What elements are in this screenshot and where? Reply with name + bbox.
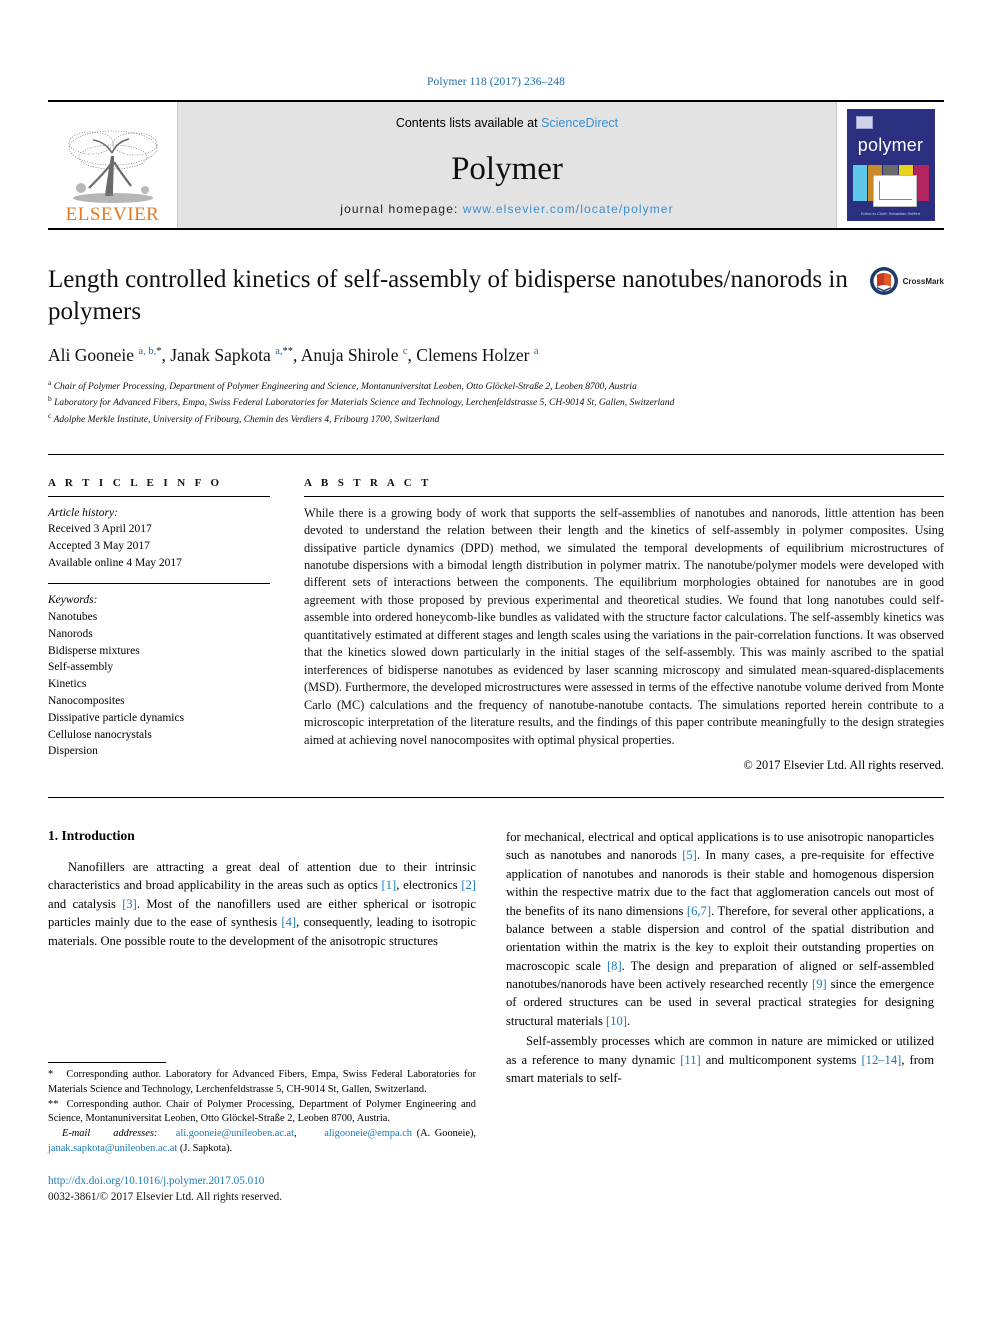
keyword-item: Nanotubes: [48, 611, 98, 624]
keyword-item: Nanorods: [48, 627, 93, 640]
footnote-email-addresses: E-mail addresses: ali.gooneie@unileoben.…: [48, 1128, 477, 1154]
keyword-item: Kinetics: [48, 678, 87, 691]
article-history-received: Received 3 April 2017: [48, 523, 152, 536]
footnote-rule: [48, 1062, 166, 1063]
keywords-rule: [48, 583, 270, 585]
affiliation-c: c Adolphe Merkle Institute, University o…: [48, 411, 852, 428]
journal-masthead: ELSEVIER Contents lists available at Sci…: [48, 102, 944, 228]
body-column-left: 1. Introduction Nanofillers are attracti…: [48, 828, 476, 1089]
page-title: Length controlled kinetics of self-assem…: [48, 266, 848, 325]
article-first-page: Polymer 118 (2017) 236–248 ELSEVIER Cont…: [0, 0, 992, 1323]
journal-title: Polymer: [451, 150, 563, 187]
affiliation-a: a Chair of Polymer Processing, Departmen…: [48, 378, 852, 395]
intro-paragraph-left: Nanofillers are attracting a great deal …: [48, 860, 476, 948]
crossmark-badge[interactable]: CrossMark: [869, 266, 944, 296]
cover-journal-title: polymer: [857, 135, 924, 155]
elsevier-tree-icon: [68, 130, 157, 203]
keywords-label: Keywords:: [48, 594, 98, 607]
footnote-corresponding-author-1: * Corresponding author. Laboratory for A…: [48, 1069, 476, 1095]
article-history-online: Available online 4 May 2017: [48, 556, 182, 569]
affiliation-text-a: Chair of Polymer Processing, Department …: [53, 381, 637, 392]
affiliation-text-c: Adolphe Merkle Institute, University of …: [53, 415, 440, 426]
contents-prefix: Contents lists available at: [395, 116, 542, 130]
issn-copyright-line: 0032-3861/© 2017 Elsevier Ltd. All right…: [48, 1191, 283, 1204]
affiliation-marker-c: c: [48, 411, 52, 421]
cover-footer-text: Editor-in-Chief: Sebastian Seiffert: [860, 211, 921, 216]
band-bottom-rule: [48, 797, 944, 799]
affiliation-marker-b: b: [48, 394, 52, 404]
keyword-item: Bidisperse mixtures: [48, 644, 140, 657]
author-list: Ali Gooneie a, b,*, Janak Sapkota a,**, …: [48, 345, 539, 365]
sciencedirect-link[interactable]: ScienceDirect: [541, 116, 618, 130]
abstract-text: While there is a growing body of work th…: [304, 505, 944, 747]
contents-available-line: Contents lists available at ScienceDirec…: [396, 116, 618, 130]
doi-link[interactable]: http://dx.doi.org/10.1016/j.polymer.2017…: [48, 1173, 476, 1190]
intro-paragraph-right-1: for mechanical, electrical and optical a…: [506, 830, 935, 1028]
keyword-item: Nanocomposites: [48, 694, 125, 707]
footnote-corresponding-author-2: ** Corresponding author. Chair of Polyme…: [48, 1098, 476, 1125]
article-info-rule: [48, 495, 270, 497]
journal-homepage-line: journal homepage: www.elsevier.com/locat…: [340, 202, 673, 216]
journal-homepage-link[interactable]: www.elsevier.com/locate/polymer: [463, 202, 674, 216]
abstract-rule: [304, 495, 944, 497]
abstract-column: A B S T R A C T While there is a growing…: [304, 477, 944, 773]
affiliation-text-b: Laboratory for Advanced Fibers, Empa, Sw…: [54, 398, 675, 409]
keyword-item: Self-assembly: [48, 661, 114, 674]
footnote-block: * Corresponding author. Laboratory for A…: [48, 1062, 476, 1206]
cover-inset-chart: [872, 175, 917, 207]
running-head: Polymer 118 (2017) 236–248: [427, 76, 565, 88]
masthead-bottom-rule: [48, 228, 944, 230]
article-info-column: A R T I C L E I N F O Article history: R…: [48, 477, 270, 773]
masthead-center: Contents lists available at ScienceDirec…: [178, 102, 836, 228]
elsevier-logo: ELSEVIER: [48, 102, 178, 228]
body-columns: 1. Introduction Nanofillers are attracti…: [48, 828, 944, 1089]
journal-cover-thumbnail: polymer Editor-in-Chief: Sebastian Seiff…: [836, 102, 944, 228]
affiliation-b: b Laboratory for Advanced Fibers, Empa, …: [48, 394, 852, 411]
crossmark-icon: [869, 267, 898, 295]
cover-elsevier-mini-logo: [855, 116, 873, 129]
article-info-heading: A R T I C L E I N F O: [48, 476, 223, 489]
keyword-item: Dispersion: [48, 745, 98, 758]
affiliation-marker-a: a: [48, 377, 52, 387]
homepage-prefix: journal homepage:: [340, 202, 463, 216]
abstract-heading: A B S T R A C T: [304, 476, 432, 489]
keyword-item: Cellulose nanocrystals: [48, 728, 152, 741]
keyword-item: Dissipative particle dynamics: [48, 711, 185, 724]
affiliations: a Chair of Polymer Processing, Departmen…: [48, 378, 852, 428]
intro-paragraph-right-2: Self-assembly processes which are common…: [506, 1034, 934, 1085]
crossmark-label: CrossMark: [902, 276, 944, 286]
title-block: CrossMark Length controlled kinetics of …: [48, 264, 944, 428]
info-abstract-columns: A R T I C L E I N F O Article history: R…: [48, 477, 944, 773]
info-abstract-band: A R T I C L E I N F O Article history: R…: [48, 453, 944, 773]
section-heading-introduction: 1. Introduction: [48, 828, 135, 844]
article-history-accepted: Accepted 3 May 2017: [48, 540, 150, 553]
article-history-label: Article history:: [48, 506, 118, 519]
body-column-right: for mechanical, electrical and optical a…: [506, 828, 934, 1089]
cover-panel-1: [852, 165, 867, 201]
elsevier-wordmark: ELSEVIER: [65, 204, 160, 225]
cover-image: polymer Editor-in-Chief: Sebastian Seiff…: [846, 109, 935, 221]
copyright-line: © 2017 Elsevier Ltd. All rights reserved…: [743, 758, 944, 773]
